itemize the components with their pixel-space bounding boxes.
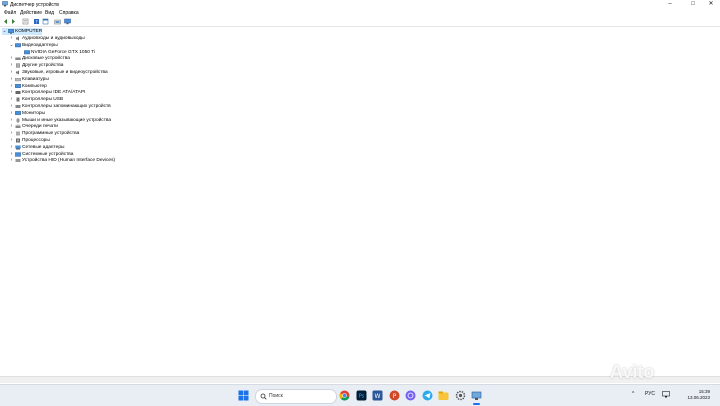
photoshop-icon[interactable]: Ps <box>356 390 367 401</box>
close-button[interactable]: ✕ <box>701 0 720 9</box>
computer-icon <box>15 83 21 88</box>
maximize-icon: □ <box>691 1 695 7</box>
processor-icon <box>16 138 20 143</box>
mouse-icon <box>16 117 20 123</box>
forward-arrow-icon[interactable] <box>10 18 17 25</box>
svg-text:W: W <box>375 393 381 400</box>
word-icon[interactable]: W <box>372 390 383 401</box>
monitor-icon <box>15 110 21 115</box>
powerpoint-icon[interactable]: P <box>389 390 400 401</box>
back-arrow-icon[interactable] <box>2 18 9 25</box>
taskbar: Поиск Ps W P ^ РУС 15:39 13.06.2023 <box>0 384 720 406</box>
hid-icon <box>15 159 21 163</box>
help-icon[interactable]: ? <box>33 18 40 25</box>
network-icon[interactable] <box>662 391 670 398</box>
display-adapter-icon <box>15 43 21 47</box>
collapse-chevron-icon[interactable]: ⌄ <box>9 42 14 49</box>
menu-view[interactable]: Вид <box>45 10 54 16</box>
menu-file[interactable]: Файл <box>4 10 16 16</box>
unknown-device-icon: ? <box>16 63 20 68</box>
svg-text:Ps: Ps <box>359 394 365 400</box>
window-title: Диспетчер устройств <box>10 1 59 8</box>
update-driver-icon[interactable] <box>54 18 61 25</box>
keyboard-icon <box>15 77 21 81</box>
tray-chevron[interactable]: ^ <box>632 391 634 397</box>
close-icon: ✕ <box>708 1 714 7</box>
view-icon[interactable] <box>42 18 49 25</box>
computer-icon <box>8 29 14 34</box>
software-device-icon <box>16 131 20 136</box>
clock-date: 13.06.2023 <box>687 395 710 400</box>
minimize-button[interactable]: – <box>660 0 680 9</box>
usb-icon <box>16 97 20 102</box>
system-clock[interactable]: 15:39 13.06.2023 <box>676 389 710 401</box>
disk-drive-icon <box>15 57 21 61</box>
device-manager-app-icon <box>2 1 8 7</box>
minimize-icon: – <box>668 1 672 7</box>
search-icon <box>260 393 267 400</box>
system-device-icon <box>15 151 21 157</box>
taskbar-search-box[interactable]: Поиск <box>255 389 337 404</box>
speaker-icon <box>16 36 19 41</box>
title-bar: Диспетчер устройств – □ ✕ <box>0 0 720 9</box>
speaker-icon <box>16 70 19 75</box>
svg-text:P: P <box>393 393 397 400</box>
expand-chevron-icon[interactable]: › <box>9 157 14 164</box>
windows-start-icon[interactable] <box>238 390 249 401</box>
tree-root-label: KOMPUTER <box>15 29 43 34</box>
controller-icon <box>15 91 21 95</box>
tree-root[interactable]: ⌄ KOMPUTER <box>2 28 42 35</box>
chrome-icon[interactable] <box>339 390 350 401</box>
input-language[interactable]: РУС <box>645 391 655 397</box>
collapse-chevron-icon[interactable]: ⌄ <box>2 28 7 35</box>
search-label: Поиск <box>269 393 283 399</box>
storage-controller-icon <box>15 105 21 108</box>
telegram-icon[interactable] <box>422 390 433 401</box>
device-manager-icon[interactable] <box>471 390 482 401</box>
maximize-button[interactable]: □ <box>683 0 703 9</box>
properties-icon[interactable] <box>22 18 29 25</box>
avito-watermark: Avito <box>610 362 655 382</box>
menu-action[interactable]: Действие <box>20 10 42 16</box>
monitor-icon[interactable] <box>64 18 71 25</box>
toolbar: ? <box>0 17 720 27</box>
svg-text:?: ? <box>35 19 37 24</box>
tree-item-label: Устройства HID (Human Interface Devices) <box>22 158 116 164</box>
menu-help[interactable]: Справка <box>59 10 79 16</box>
menu-bar: Файл Действие Вид Справка <box>0 9 720 17</box>
svg-text:?: ? <box>17 64 19 68</box>
file-explorer-icon[interactable] <box>438 390 449 401</box>
viber-icon[interactable] <box>405 390 416 401</box>
network-adapter-icon <box>15 145 21 150</box>
device-tree: ⌄ KOMPUTER › Аудиовходы и аудиовыходы ⌄ … <box>0 27 720 375</box>
settings-icon[interactable] <box>455 390 466 401</box>
printer-icon <box>15 124 21 129</box>
display-adapter-icon <box>24 49 30 54</box>
active-app-indicator <box>473 403 480 405</box>
